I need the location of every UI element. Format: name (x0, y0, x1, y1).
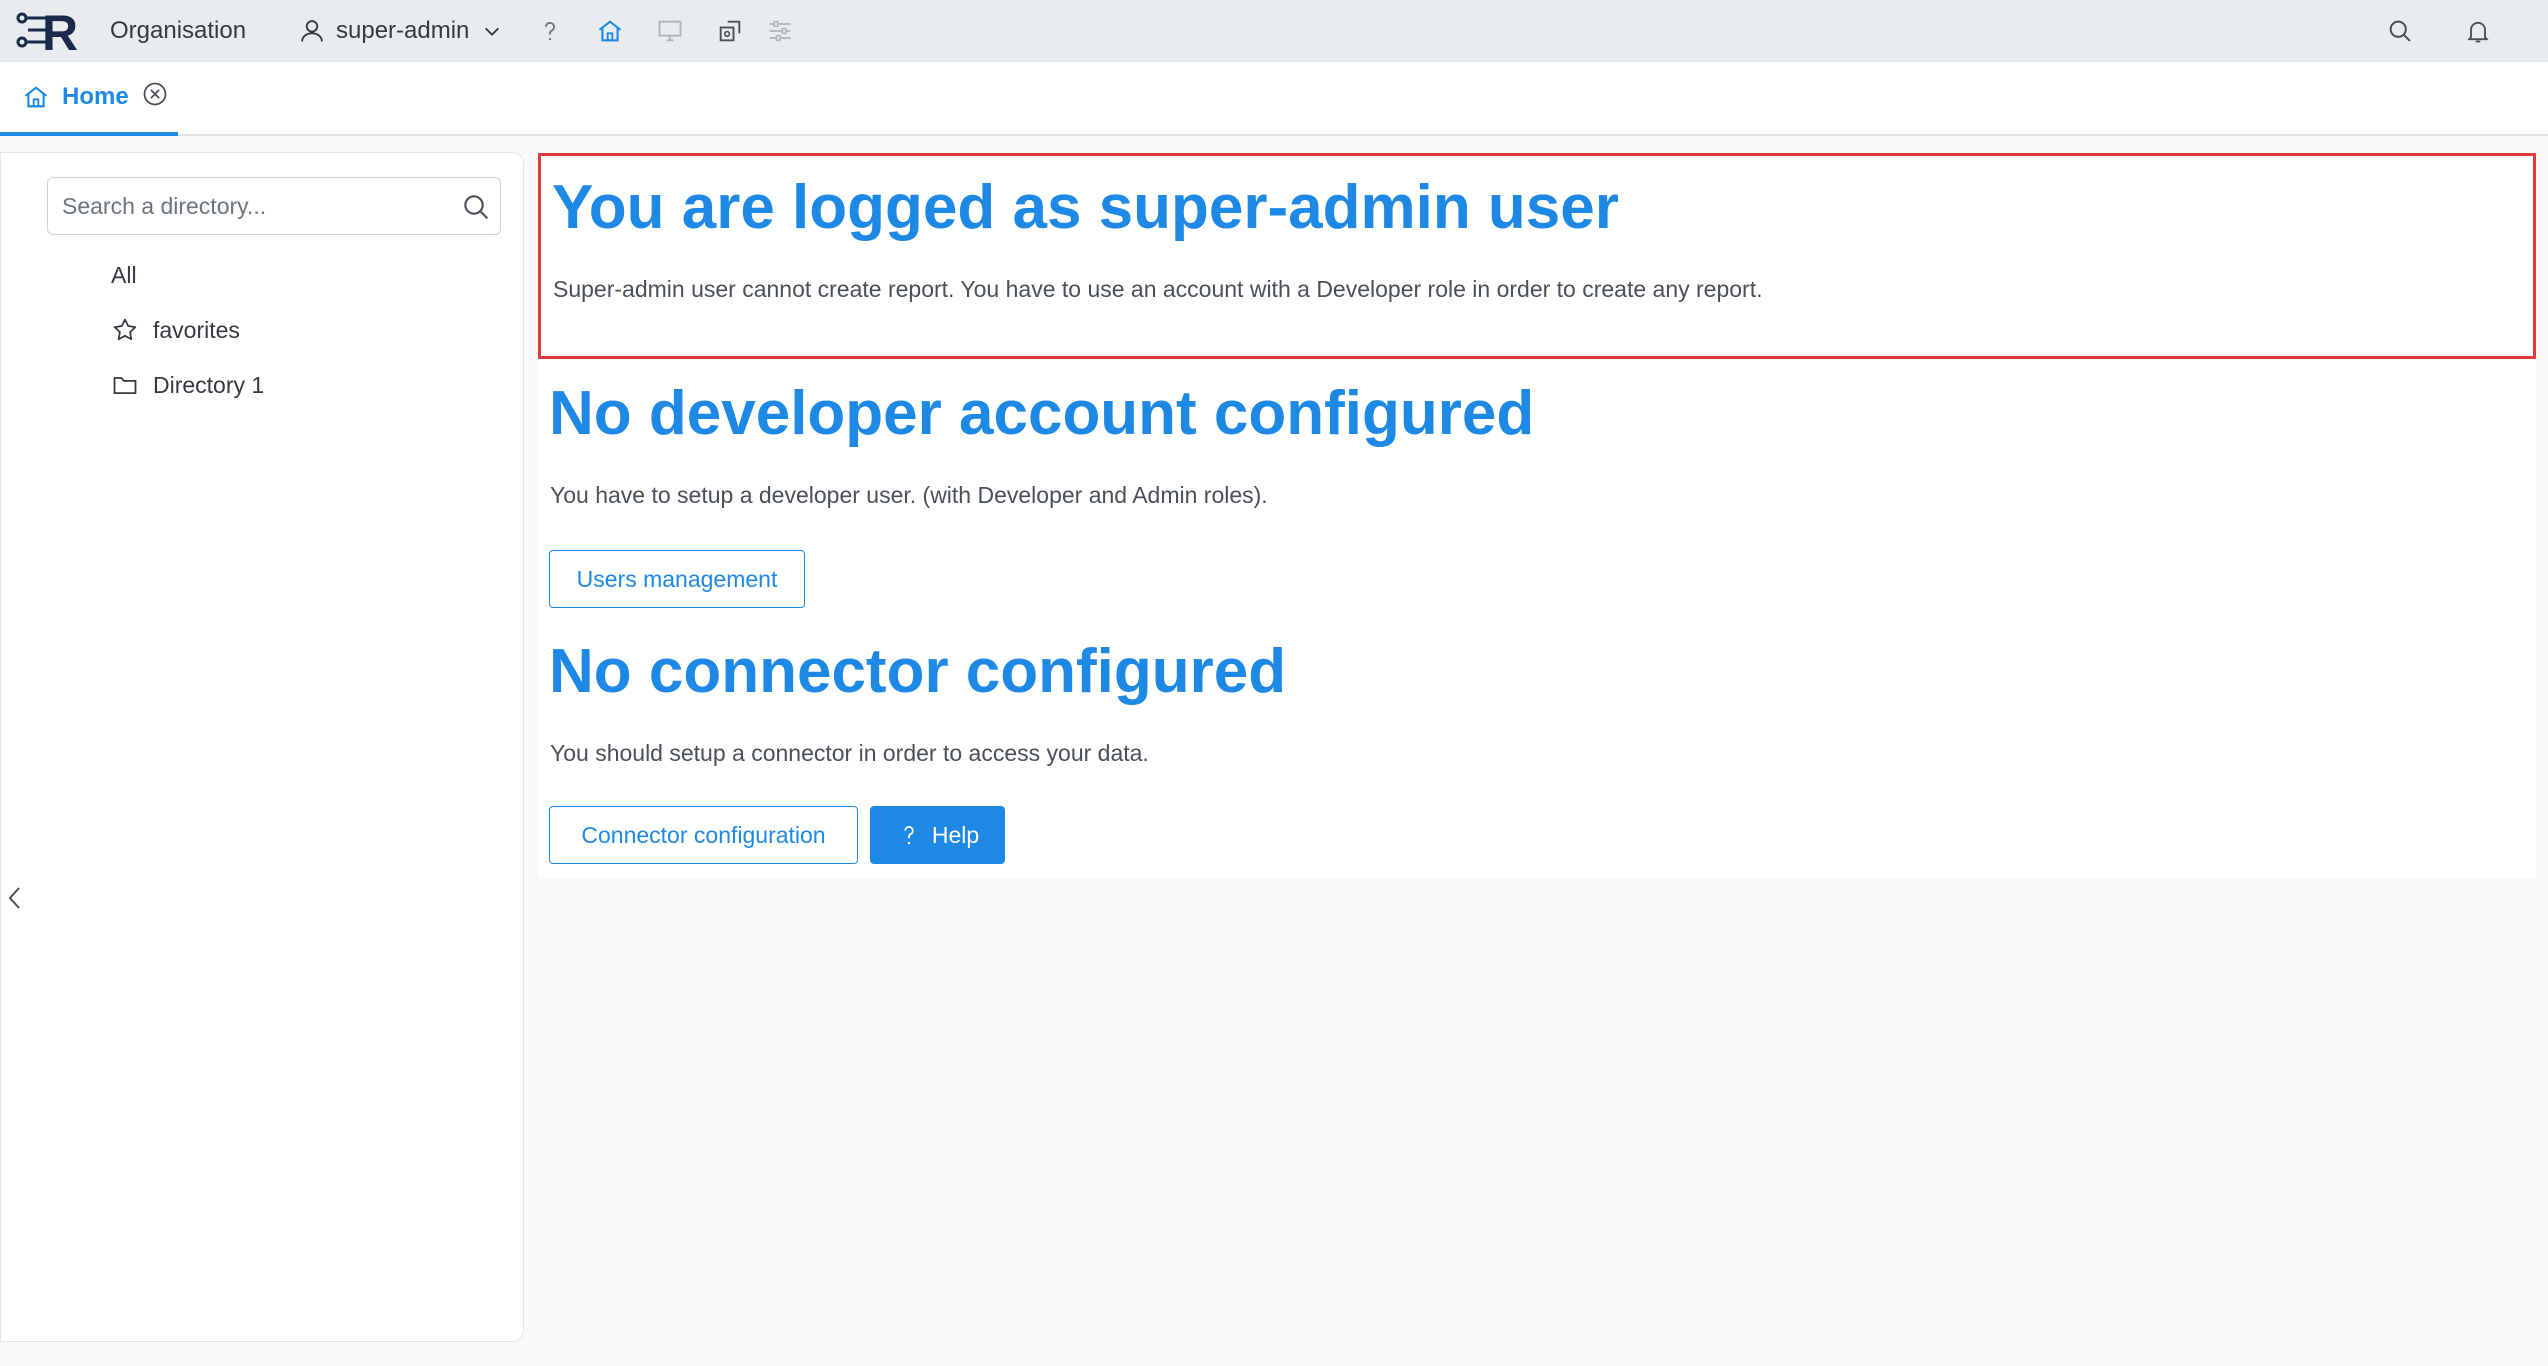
desktop-nav-button[interactable] (654, 15, 686, 47)
directory-search-input[interactable] (48, 178, 448, 234)
plugin-icon (719, 20, 741, 42)
star-icon (113, 318, 137, 341)
global-search-button[interactable] (2384, 15, 2416, 47)
folder-icon (113, 377, 137, 395)
tab-home[interactable]: Home (0, 62, 178, 136)
question-icon (544, 21, 556, 41)
organisation-menu[interactable]: Organisation (110, 0, 246, 62)
app-logo[interactable]: R (14, 4, 90, 56)
super-admin-title: You are logged as super-admin user (552, 173, 1619, 242)
super-admin-message: Super-admin user cannot create report. Y… (553, 276, 1763, 302)
chevron-down-icon (485, 27, 500, 36)
tab-bar: Home (0, 62, 2548, 136)
sliders-icon (769, 20, 791, 42)
no-connector-title: No connector configured (549, 637, 1287, 706)
directory-item-label: favorites (153, 316, 240, 343)
settings-nav-button[interactable] (764, 15, 796, 47)
directory-item-label: All (111, 261, 137, 288)
top-navbar: R Organisation super-admin (0, 0, 2548, 62)
user-menu[interactable]: super-admin (298, 0, 503, 62)
help-button[interactable]: Help (870, 806, 1005, 864)
help-nav-button[interactable] (534, 15, 566, 47)
connector-nav-button[interactable] (714, 15, 746, 47)
no-developer-title: No developer account configured (549, 379, 1535, 448)
close-circle-icon[interactable] (141, 80, 169, 108)
home-icon (598, 20, 622, 42)
no-connector-message: You should setup a connector in order to… (550, 740, 1149, 766)
user-name-label: super-admin (336, 17, 470, 44)
help-button-label: Help (931, 821, 980, 848)
users-management-button[interactable]: Users management (549, 550, 805, 608)
directory-sidebar: All favorites Directory 1 (0, 152, 524, 1342)
directory-item-favorites[interactable]: favorites (111, 310, 240, 350)
directory-search-box (47, 177, 501, 235)
tab-home-label: Home (62, 83, 129, 110)
search-icon (2389, 20, 2411, 42)
directory-item-all[interactable]: All (111, 255, 137, 295)
directory-item-directory-1[interactable]: Directory 1 (111, 365, 264, 405)
no-developer-message: You have to setup a developer user. (wit… (550, 482, 1268, 508)
collapse-sidebar-chevron-left-icon[interactable] (3, 883, 27, 913)
logo-letter: R (42, 5, 78, 56)
organisation-label: Organisation (110, 17, 247, 44)
notifications-button[interactable] (2462, 15, 2494, 47)
home-content-panel (538, 152, 2536, 878)
monitor-icon (658, 20, 682, 42)
home-nav-button[interactable] (594, 15, 626, 47)
bell-icon (2467, 21, 2489, 43)
directory-item-label: Directory 1 (153, 371, 265, 398)
home-icon (24, 86, 48, 108)
question-icon (904, 826, 914, 845)
search-icon[interactable] (460, 191, 492, 223)
connector-configuration-button[interactable]: Connector configuration (549, 806, 858, 864)
user-icon (301, 20, 323, 42)
